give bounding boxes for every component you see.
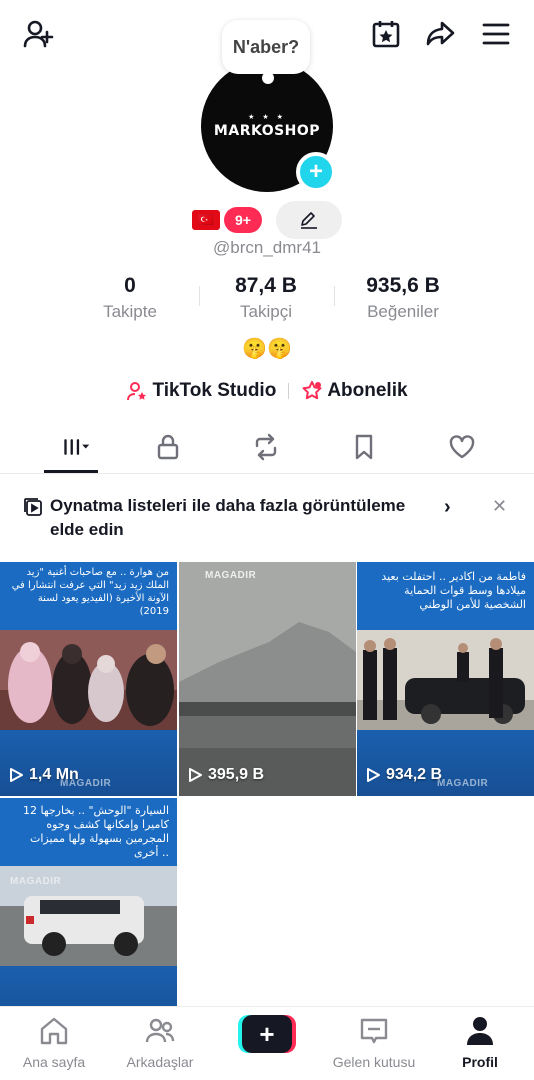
stat-divider xyxy=(199,286,200,306)
add-story-button[interactable]: + xyxy=(296,152,336,192)
nav-friends[interactable]: Arkadaşlar xyxy=(110,1015,210,1070)
stats-row: 0 Takipte 87,4 B Takipçi 935,6 B Beğenil… xyxy=(0,274,534,324)
tab-private[interactable] xyxy=(138,420,198,474)
stat-likes[interactable]: 935,6 B Beğeniler xyxy=(348,274,458,322)
play-icon xyxy=(367,768,380,782)
view-count: 395,9 B xyxy=(187,766,264,784)
video-thumbnail[interactable]: فاطمة من اكادير .. احتفلت بعيد ميلادها و… xyxy=(357,562,534,796)
stat-label: Takipte xyxy=(103,302,157,321)
playlist-icon xyxy=(24,498,42,516)
tiktok-studio-link[interactable]: TikTok Studio xyxy=(126,380,276,402)
country-flag: 🇹🇷 xyxy=(192,210,220,230)
plus-icon: + xyxy=(242,1015,292,1053)
stat-label: Beğeniler xyxy=(367,302,439,321)
view-count-value: 395,9 B xyxy=(208,766,265,783)
tab-reposts[interactable] xyxy=(236,420,296,474)
tab-videos[interactable] xyxy=(46,420,106,474)
view-count-value: 1,4 Mn xyxy=(29,766,79,783)
create-button[interactable]: + xyxy=(238,1015,296,1053)
calendar-star-icon[interactable] xyxy=(368,16,404,52)
avatar-logo-text: MARKOSHOP xyxy=(213,123,321,139)
profile-icon xyxy=(467,1017,493,1045)
nav-inbox-label: Gelen kutusu xyxy=(332,1054,416,1070)
nav-profile[interactable]: Profil xyxy=(430,1015,530,1070)
grid-icon xyxy=(64,439,90,455)
share-icon[interactable] xyxy=(422,16,458,52)
stat-value: 0 xyxy=(124,274,136,297)
stat-followers[interactable]: 87,4 B Takipçi xyxy=(216,274,316,322)
chevron-right-icon[interactable]: › xyxy=(444,496,464,518)
nav-profile-label: Profil xyxy=(462,1054,498,1070)
content-tabs xyxy=(0,420,534,474)
stat-value: 935,6 B xyxy=(366,274,440,297)
video-caption: فاطمة من اكادير .. احتفلت بعيد ميلادها و… xyxy=(381,570,526,611)
note-bubble-tail xyxy=(262,72,274,84)
video-thumbnail[interactable]: MAGADIR 395,9 B xyxy=(179,562,356,796)
home-icon xyxy=(40,1017,68,1045)
heart-icon xyxy=(449,435,475,459)
badge-row: 🇹🇷 9+ xyxy=(0,201,534,239)
menu-icon[interactable] xyxy=(478,16,514,52)
avatar-stars: ★ ★ ★ xyxy=(248,114,286,121)
lock-icon xyxy=(157,434,179,460)
studio-icon xyxy=(127,382,147,401)
nav-home-label: Ana sayfa xyxy=(22,1054,86,1070)
view-count: 934,2 B xyxy=(365,766,442,784)
play-icon xyxy=(189,768,202,782)
watermark: MAGADIR xyxy=(205,570,257,581)
playlist-banner[interactable]: Oynatma listeleri ile daha fazla görüntü… xyxy=(0,474,534,560)
profile-links: TikTok Studio Abonelik xyxy=(0,376,534,406)
close-icon[interactable]: ✕ xyxy=(492,496,512,518)
friends-icon xyxy=(145,1018,175,1043)
thumbnail-header: السيارة "الوحش" .. بخارجها 12 كاميرا وإم… xyxy=(0,798,177,866)
subscription-icon xyxy=(302,381,322,400)
view-count: 1,4 Mn xyxy=(8,766,79,784)
video-thumbnail[interactable]: من هوارة .. مع صاحبات أغنية "زيد الملك ز… xyxy=(0,562,177,796)
view-count-value: 934,2 B xyxy=(386,766,443,783)
nav-home[interactable]: Ana sayfa xyxy=(4,1015,104,1070)
inbox-icon xyxy=(360,1018,388,1044)
subscription-label: Abonelik xyxy=(327,380,408,401)
pencil-icon xyxy=(301,212,317,229)
watermark: MAGADIR xyxy=(10,876,62,887)
active-tab-indicator xyxy=(44,470,98,473)
tab-liked[interactable] xyxy=(432,420,492,474)
stat-following[interactable]: 0 Takipte xyxy=(80,274,180,322)
stat-divider xyxy=(334,286,335,306)
edit-profile-button[interactable] xyxy=(276,201,342,239)
video-caption: السيارة "الوحش" .. بخارجها 12 كاميرا وإم… xyxy=(22,804,169,859)
bookmark-icon xyxy=(355,434,373,460)
tab-saved[interactable] xyxy=(334,420,394,474)
subscription-link[interactable]: Abonelik xyxy=(301,380,408,402)
thumbnail-header: فاطمة من اكادير .. احتفلت بعيد ميلادها و… xyxy=(357,562,534,630)
thumbnail-image xyxy=(357,630,534,730)
thumbnail-image xyxy=(179,562,356,796)
tiktok-studio-label: TikTok Studio xyxy=(152,380,277,401)
watermark: MAGADIR xyxy=(437,778,489,789)
person-add-icon[interactable] xyxy=(20,16,56,52)
banner-text: Oynatma listeleri ile daha fazla görüntü… xyxy=(50,496,406,539)
bottom-navigation: Ana sayfa Arkadaşlar + Gelen kutusu Prof… xyxy=(0,1006,534,1080)
thumbnail-header: من هوارة .. مع صاحبات أغنية "زيد الملك ز… xyxy=(0,562,177,630)
nav-inbox[interactable]: Gelen kutusu xyxy=(324,1015,424,1070)
thumbnail-image xyxy=(0,630,177,730)
video-caption: من هوارة .. مع صاحبات أغنية "زيد الملك ز… xyxy=(11,567,169,617)
note-bubble[interactable]: N'aber? xyxy=(222,20,310,74)
play-icon xyxy=(10,768,23,782)
video-thumbnail[interactable]: السيارة "الوحش" .. بخارجها 12 كاميرا وإم… xyxy=(0,798,177,1032)
notification-badge[interactable]: 9+ xyxy=(224,207,262,233)
repost-icon xyxy=(255,433,277,461)
stat-value: 87,4 B xyxy=(235,274,297,297)
bio: 🤫🤫 xyxy=(242,338,292,360)
link-divider xyxy=(288,383,290,399)
stat-label: Takipçi xyxy=(240,302,292,321)
nav-friends-label: Arkadaşlar xyxy=(126,1054,194,1070)
username: @brcn_dmr41 xyxy=(213,238,321,257)
